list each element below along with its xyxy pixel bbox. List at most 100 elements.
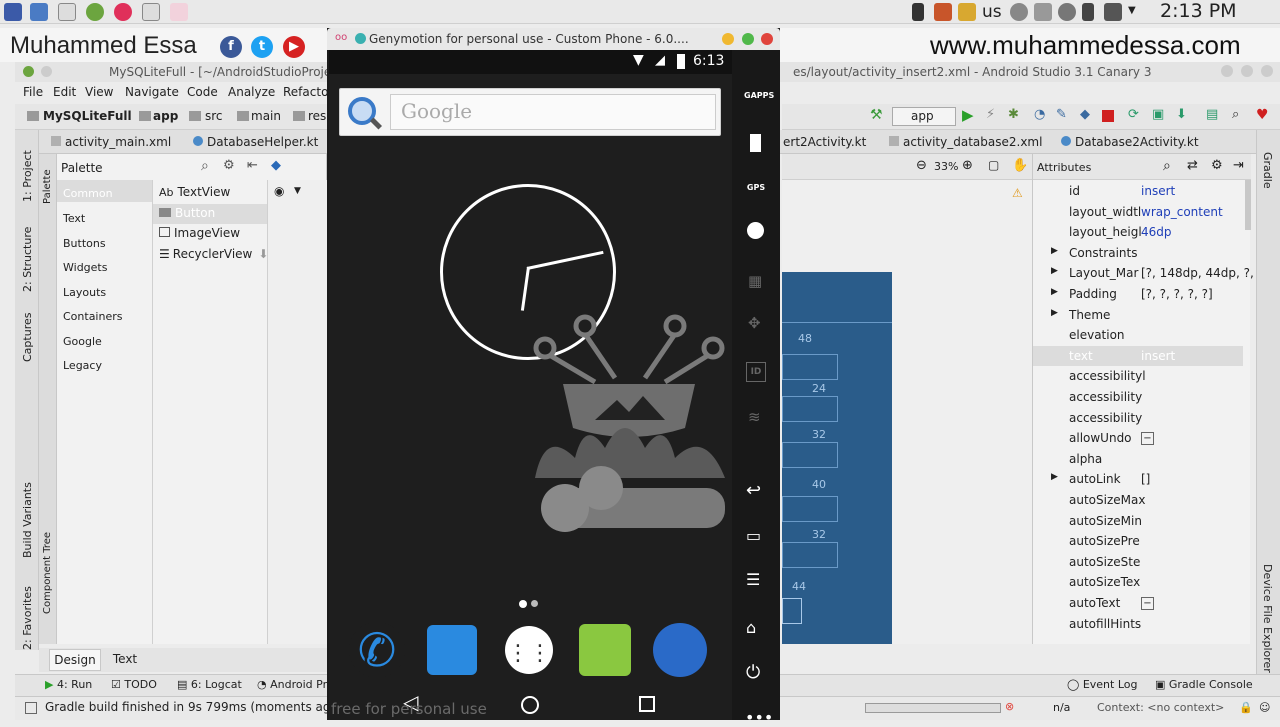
debug-icon[interactable]: ✱ (1008, 107, 1019, 122)
profile-icon[interactable]: ◔ (1034, 107, 1045, 122)
phone-app-icon[interactable]: ✆ (349, 622, 405, 678)
recents-icon[interactable] (639, 696, 655, 712)
menu-analyze[interactable]: Analyze (228, 85, 275, 99)
attribute-value[interactable]: insert (1141, 349, 1175, 363)
expand-arrow-icon[interactable]: ▶ (1051, 472, 1058, 482)
apply-changes-icon[interactable]: ⚡ (986, 107, 995, 122)
category-layouts[interactable]: Layouts (63, 286, 106, 299)
gear-icon[interactable]: ⚙ (1211, 158, 1223, 173)
maximize-button[interactable] (742, 33, 754, 45)
blueprint-view[interactable]: 48 24 32 40 32 44 (782, 272, 892, 644)
category-containers[interactable]: Containers (63, 310, 123, 323)
warning-icon[interactable]: ⚠ (1012, 186, 1023, 200)
app-tray-icon[interactable] (934, 3, 952, 21)
category-common[interactable]: Common (63, 187, 113, 200)
palette-tool-tab[interactable]: Palette (42, 169, 53, 204)
system-clock[interactable]: 2:13 PM (1160, 0, 1237, 22)
menu-navigate[interactable]: Navigate (125, 85, 179, 99)
terminal-icon[interactable] (58, 3, 76, 21)
window-button[interactable] (41, 66, 52, 77)
tab-database-helper[interactable]: DatabaseHelper.kt (187, 130, 324, 154)
search-icon[interactable]: ⌕ (201, 158, 209, 174)
gapps-button[interactable]: GAPPS (744, 84, 774, 108)
search-icon[interactable]: ⌕ (1163, 158, 1171, 174)
gps-button[interactable]: GPS (744, 176, 768, 200)
more-icon[interactable]: ••• (745, 708, 773, 727)
device-file-explorer-tab[interactable]: Device File Explorer (1261, 564, 1274, 673)
attribute-value[interactable]: 46dp (1141, 225, 1172, 239)
home-key-icon[interactable]: ⌂ (746, 618, 756, 637)
menu-code[interactable]: Code (187, 85, 218, 99)
category-legacy[interactable]: Legacy (63, 359, 102, 372)
menu-key-icon[interactable]: ☰ (746, 570, 760, 589)
run-icon[interactable]: ▶ (962, 106, 974, 124)
move-icon[interactable]: ✥ (748, 314, 761, 332)
category-google[interactable]: Google (63, 335, 102, 348)
build-variants-tool-tab[interactable]: Build Variants (21, 482, 34, 558)
widget-outline[interactable] (782, 396, 838, 422)
captures-tool-tab[interactable]: Captures (21, 313, 34, 362)
keyboard-layout[interactable]: us (982, 2, 1002, 22)
widget-outline[interactable] (782, 542, 838, 568)
project-tool-tab[interactable]: 1: Project (21, 150, 34, 202)
attribute-value[interactable]: insert (1141, 184, 1175, 198)
logcat-tool-button[interactable]: ▤ 6: Logcat (177, 678, 242, 691)
eye-icon[interactable]: ◉ (274, 184, 284, 198)
run-tool-button[interactable]: ▶ 4: Run (45, 678, 92, 691)
attribute-value[interactable]: [] (1141, 472, 1150, 486)
contacts-app-icon[interactable] (427, 625, 477, 675)
zoom-out-icon[interactable]: ⊖ (916, 158, 927, 173)
tab-text[interactable]: Text (105, 649, 145, 671)
android-screen[interactable]: ▼ ◢ 6:13 Google ✆ ⋮⋮ ◁ free for personal… (329, 50, 732, 720)
capture-icon[interactable]: ▦ (748, 272, 762, 290)
category-text[interactable]: Text (63, 212, 85, 225)
back-key-icon[interactable]: ↩ (746, 480, 761, 501)
sync-gradle-icon[interactable]: ⟳ (1128, 107, 1139, 122)
browser-app-icon[interactable] (653, 623, 707, 677)
context-indicator[interactable]: Context: <no context> (1097, 701, 1224, 714)
breadcrumb-src[interactable]: src (205, 109, 223, 123)
widget-outline[interactable] (782, 354, 838, 380)
close-button[interactable] (761, 33, 773, 45)
feedback-icon[interactable]: ♥ (1256, 107, 1269, 123)
scrollbar-thumb[interactable] (1245, 180, 1251, 230)
menu-refactor[interactable]: Refacto (283, 85, 328, 99)
menu-edit[interactable]: Edit (53, 85, 76, 99)
line-column-indicator[interactable]: n/a (1053, 701, 1070, 714)
package-icon[interactable] (958, 3, 976, 21)
palette-item-recyclerview[interactable]: ☰ RecyclerView ⬇ (159, 247, 268, 261)
genymotion-icon[interactable] (114, 3, 132, 21)
close-icon[interactable]: ⊗ (1005, 700, 1014, 713)
palette-item-button[interactable]: Button (159, 206, 215, 220)
maximize-button[interactable] (1241, 65, 1253, 77)
gradle-tool-tab[interactable]: Gradle (1261, 152, 1274, 189)
attribute-value[interactable]: [?, 148dp, 44dp, ?, (1141, 266, 1254, 280)
minimize-button[interactable] (1221, 65, 1233, 77)
tool-windows-icon[interactable] (25, 702, 37, 714)
avd-manager-icon[interactable]: ▣ (1152, 107, 1164, 122)
pan-icon[interactable]: ✋ (1012, 158, 1028, 173)
search-icon[interactable]: ⌕ (1232, 107, 1239, 122)
breadcrumb-main[interactable]: main (251, 109, 281, 123)
android-studio-icon[interactable] (86, 3, 104, 21)
device-id-button[interactable]: ID (746, 362, 766, 382)
emulator-title-bar[interactable]: oo Genymotion for personal use - Custom … (327, 28, 780, 50)
google-search-input[interactable]: Google (390, 94, 716, 130)
widget-outline[interactable] (782, 442, 838, 468)
attribute-value[interactable]: wrap_content (1141, 205, 1223, 219)
coverage-icon[interactable]: ◆ (1080, 107, 1090, 122)
battery-widget-icon[interactable] (750, 134, 761, 152)
recent-apps-key-icon[interactable]: ▭ (746, 526, 761, 545)
attribute-value[interactable]: [?, ?, ?, ?, ?] (1141, 287, 1213, 301)
gear-icon[interactable]: ⚙ (223, 158, 235, 173)
menu-view[interactable]: View (85, 85, 113, 99)
selected-widget-outline[interactable] (782, 598, 802, 624)
lock-icon[interactable]: 🔒 (1239, 701, 1253, 714)
chevron-down-icon[interactable]: ▼ (1128, 5, 1136, 16)
expand-arrow-icon[interactable]: ▶ (1051, 246, 1058, 256)
expand-arrow-icon[interactable]: ▶ (1051, 287, 1058, 297)
chevron-down-icon[interactable]: ▼ (294, 186, 301, 196)
battery-icon[interactable] (1082, 3, 1094, 21)
attach-icon[interactable]: ✎ (1056, 107, 1067, 122)
android-profiler-tool-button[interactable]: ◔ Android Pr (257, 678, 327, 691)
